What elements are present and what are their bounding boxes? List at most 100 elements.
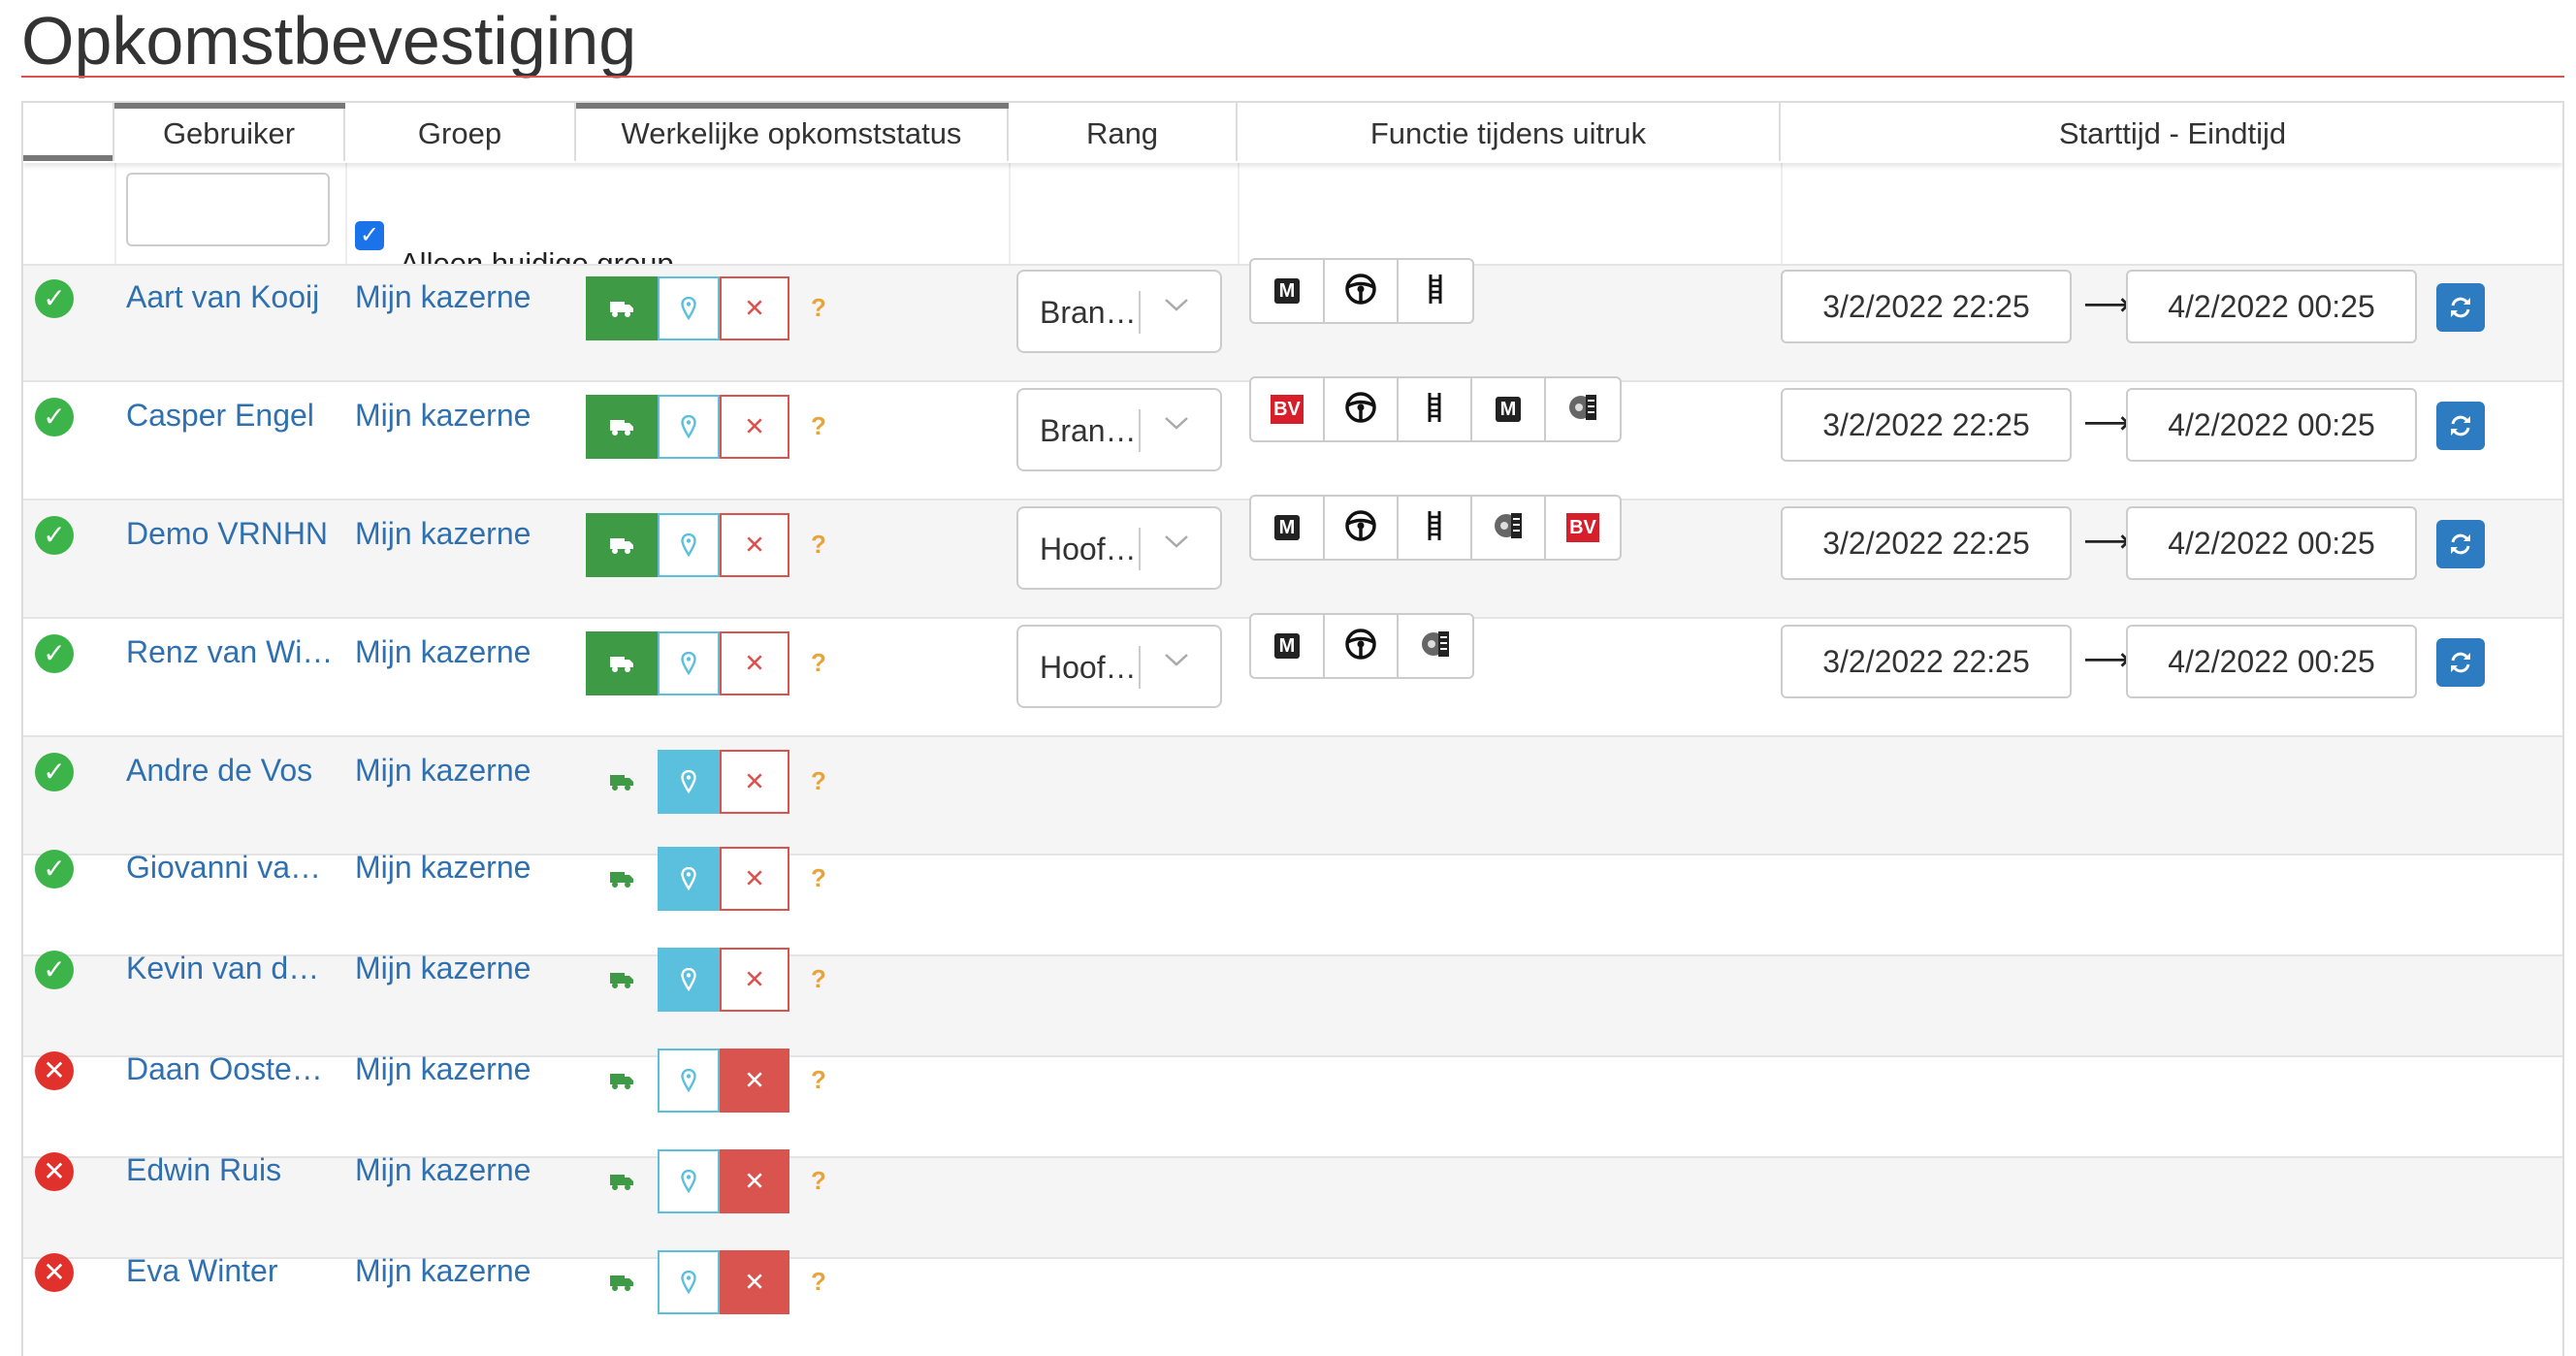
user-name-link[interactable]: Kevin van d…: [126, 951, 351, 986]
status-location-button[interactable]: [658, 631, 720, 695]
function-button[interactable]: [1399, 378, 1472, 440]
status-absent-button[interactable]: ✕: [720, 631, 789, 695]
status-truck-button[interactable]: [586, 847, 658, 911]
status-truck-button[interactable]: [586, 276, 658, 340]
status-truck-button[interactable]: [586, 750, 658, 814]
status-truck-button[interactable]: [586, 513, 658, 577]
status-question-mark[interactable]: ?: [811, 964, 826, 994]
group-link[interactable]: Mijn kazerne: [355, 634, 531, 670]
rank-select[interactable]: Hoof…: [1016, 506, 1222, 590]
group-link[interactable]: Mijn kazerne: [355, 951, 531, 986]
function-button[interactable]: BV: [1546, 497, 1620, 559]
user-name-link[interactable]: Andre de Vos: [126, 753, 351, 789]
header-groep[interactable]: Groep: [345, 103, 576, 161]
refresh-button[interactable]: [2436, 520, 2485, 568]
header-rang[interactable]: Rang: [1009, 103, 1238, 161]
function-button[interactable]: [1399, 497, 1472, 559]
user-name-link[interactable]: Casper Engel: [126, 398, 351, 434]
user-name-link[interactable]: Giovanni va…: [126, 850, 351, 886]
status-question-mark[interactable]: ?: [811, 766, 826, 796]
status-question-mark[interactable]: ?: [811, 411, 826, 441]
header-gebruiker[interactable]: Gebruiker: [114, 103, 345, 161]
group-link[interactable]: Mijn kazerne: [355, 516, 531, 552]
status-absent-button[interactable]: ✕: [720, 395, 789, 459]
group-link[interactable]: Mijn kazerne: [355, 279, 531, 315]
status-truck-button[interactable]: [586, 1049, 658, 1113]
status-truck-button[interactable]: [586, 631, 658, 695]
function-button[interactable]: [1325, 615, 1399, 677]
status-question-mark[interactable]: ?: [811, 1166, 826, 1196]
status-question-mark[interactable]: ?: [811, 530, 826, 560]
group-link[interactable]: Mijn kazerne: [355, 753, 531, 789]
status-question-mark[interactable]: ?: [811, 863, 826, 893]
group-link[interactable]: Mijn kazerne: [355, 1152, 531, 1188]
header-tijd[interactable]: Starttijd - Eindtijd: [1781, 103, 2562, 161]
start-time-input[interactable]: 3/2/2022 22:25: [1781, 625, 2072, 698]
status-truck-button[interactable]: [586, 1250, 658, 1314]
status-absent-button[interactable]: ✕: [720, 847, 789, 911]
group-link[interactable]: Mijn kazerne: [355, 1051, 531, 1087]
function-button[interactable]: M: [1251, 615, 1325, 677]
function-button[interactable]: [1399, 260, 1472, 322]
function-button[interactable]: M: [1251, 497, 1325, 559]
status-absent-button[interactable]: ✕: [720, 948, 789, 1012]
only-current-group-checkbox[interactable]: ✓: [355, 221, 384, 250]
rank-select[interactable]: Bran…: [1016, 388, 1222, 471]
refresh-button[interactable]: [2436, 283, 2485, 332]
status-location-button[interactable]: [658, 513, 720, 577]
status-location-button[interactable]: [658, 1049, 720, 1113]
function-button[interactable]: M: [1472, 378, 1546, 440]
user-name-link[interactable]: Demo VRNHN: [126, 516, 351, 552]
start-time-input[interactable]: 3/2/2022 22:25: [1781, 388, 2072, 462]
status-absent-button[interactable]: ✕: [720, 750, 789, 814]
user-name-link[interactable]: Renz van Wi…: [126, 634, 351, 670]
rank-select[interactable]: Hoof…: [1016, 625, 1222, 708]
status-question-mark[interactable]: ?: [811, 1267, 826, 1297]
status-location-button[interactable]: [658, 847, 720, 911]
status-location-button[interactable]: [658, 948, 720, 1012]
end-time-input[interactable]: 4/2/2022 00:25: [2126, 625, 2417, 698]
status-question-mark[interactable]: ?: [811, 648, 826, 678]
function-button[interactable]: [1472, 497, 1546, 559]
group-link[interactable]: Mijn kazerne: [355, 1253, 531, 1289]
status-question-mark[interactable]: ?: [811, 293, 826, 323]
status-absent-button[interactable]: ✕: [720, 1049, 789, 1113]
function-button[interactable]: [1325, 378, 1399, 440]
header-functie[interactable]: Functie tijdens uitruk: [1238, 103, 1781, 161]
refresh-button[interactable]: [2436, 638, 2485, 687]
function-button[interactable]: [1325, 260, 1399, 322]
function-button[interactable]: [1546, 378, 1620, 440]
function-button[interactable]: [1399, 615, 1472, 677]
status-location-button[interactable]: [658, 395, 720, 459]
status-location-button[interactable]: [658, 750, 720, 814]
user-name-link[interactable]: Eva Winter: [126, 1253, 351, 1289]
end-time-input[interactable]: 4/2/2022 00:25: [2126, 506, 2417, 580]
refresh-button[interactable]: [2436, 402, 2485, 450]
group-link[interactable]: Mijn kazerne: [355, 398, 531, 434]
group-link[interactable]: Mijn kazerne: [355, 850, 531, 886]
start-time-input[interactable]: 3/2/2022 22:25: [1781, 270, 2072, 343]
function-button[interactable]: M: [1251, 260, 1325, 322]
status-absent-button[interactable]: ✕: [720, 1250, 789, 1314]
status-location-button[interactable]: [658, 1250, 720, 1314]
function-button[interactable]: BV: [1251, 378, 1325, 440]
status-absent-button[interactable]: ✕: [720, 513, 789, 577]
status-location-button[interactable]: [658, 1149, 720, 1213]
status-question-mark[interactable]: ?: [811, 1065, 826, 1095]
status-truck-button[interactable]: [586, 948, 658, 1012]
status-absent-button[interactable]: ✕: [720, 1149, 789, 1213]
rank-select[interactable]: Bran…: [1016, 270, 1222, 353]
status-absent-button[interactable]: ✕: [720, 276, 789, 340]
user-name-link[interactable]: Edwin Ruis: [126, 1152, 351, 1188]
header-status[interactable]: Werkelijke opkomststatus: [576, 103, 1009, 161]
status-truck-button[interactable]: [586, 1149, 658, 1213]
user-filter-input[interactable]: [126, 173, 330, 246]
end-time-input[interactable]: 4/2/2022 00:25: [2126, 270, 2417, 343]
user-name-link[interactable]: Aart van Kooij: [126, 279, 351, 315]
user-name-link[interactable]: Daan Ooste…: [126, 1051, 351, 1087]
status-truck-button[interactable]: [586, 395, 658, 459]
status-location-button[interactable]: [658, 276, 720, 340]
function-button[interactable]: [1325, 497, 1399, 559]
end-time-input[interactable]: 4/2/2022 00:25: [2126, 388, 2417, 462]
start-time-input[interactable]: 3/2/2022 22:25: [1781, 506, 2072, 580]
